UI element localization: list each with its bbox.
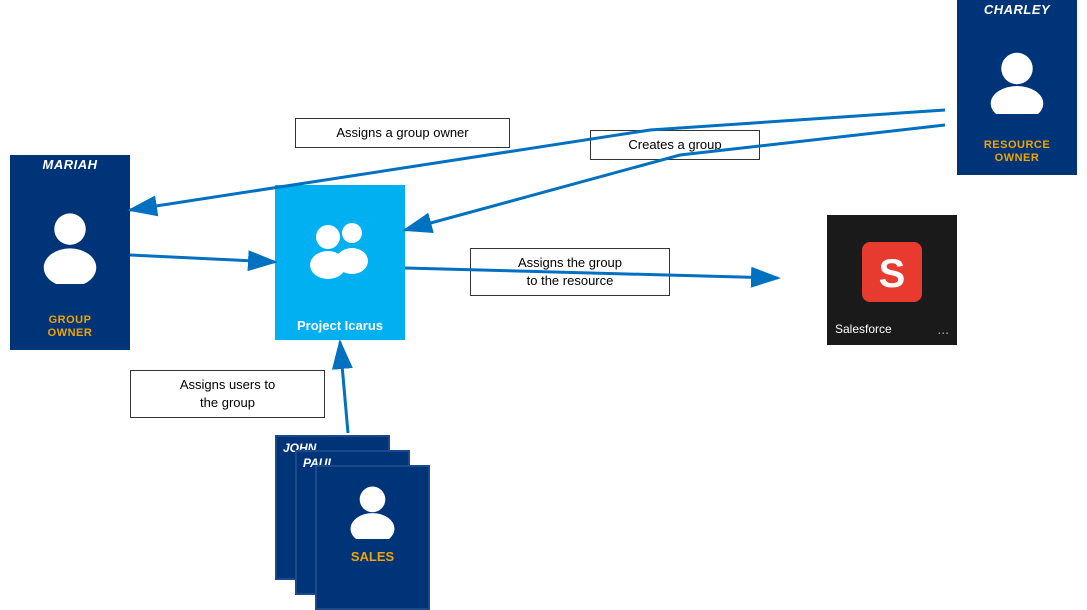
salesforce-label: Salesforce <box>835 322 892 336</box>
salesforce-card: S Salesforce ... <box>827 215 957 345</box>
sales-icon <box>317 467 428 547</box>
charley-name: CHARLEY <box>984 2 1050 17</box>
charley-card: CHARLEY RESOURCEOWNER <box>957 0 1077 175</box>
mariah-name: MARIAH <box>43 157 98 172</box>
charley-role: RESOURCEOWNER <box>984 139 1050 165</box>
charley-icon <box>959 19 1075 139</box>
salesforce-logo: S <box>862 223 922 321</box>
creates-group-label: Creates a group <box>590 130 760 160</box>
stack-card-sales: SALES <box>315 465 430 610</box>
mariah-icon <box>12 174 128 314</box>
project-icarus-card: Project Icarus <box>275 185 405 340</box>
mariah-role: GROUPOWNER <box>48 314 93 340</box>
assigns-users-label: Assigns users tothe group <box>130 370 325 418</box>
salesforce-dots: ... <box>937 321 949 337</box>
project-icarus-label: Project Icarus <box>293 312 387 340</box>
svg-text:S: S <box>879 252 906 296</box>
assigns-group-resource-label: Assigns the groupto the resource <box>470 248 670 296</box>
assigns-group-owner-label: Assigns a group owner <box>295 118 510 148</box>
sales-role: SALES <box>317 547 428 567</box>
salesforce-bottom: Salesforce ... <box>835 321 949 337</box>
mariah-card: MARIAH GROUPOWNER <box>10 155 130 350</box>
group-icon <box>300 185 380 312</box>
